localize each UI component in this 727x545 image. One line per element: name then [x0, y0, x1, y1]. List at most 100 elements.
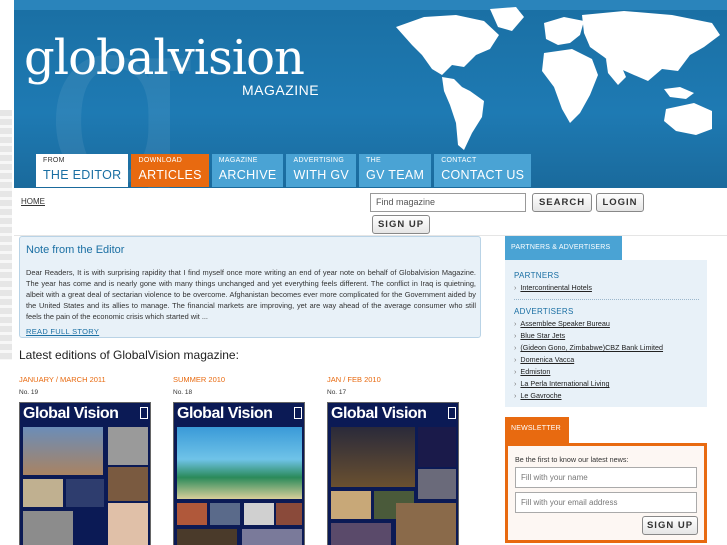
newsletter-label: Be the first to know our latest news: — [515, 455, 629, 464]
advertiser-item[interactable]: › Blue Star Jets — [514, 331, 565, 340]
issue-date[interactable]: SUMMER 2010 — [173, 375, 305, 384]
cover-photo — [108, 427, 148, 465]
advertiser-item[interactable]: › Assemblee Speaker Bureau — [514, 319, 610, 328]
advertiser-item[interactable]: › Domenica Vacca — [514, 355, 574, 364]
site-header: g globalvision MAGAZINE FROM THE EDITOR … — [14, 0, 727, 188]
newsletter-signup-button[interactable]: SIGN UP — [642, 516, 698, 535]
chevron-right-icon: › — [514, 331, 517, 340]
chevron-right-icon: › — [514, 355, 517, 364]
tab-small-label: CONTACT — [441, 157, 477, 164]
search-button[interactable]: SEARCH — [532, 193, 592, 212]
cover-photo — [108, 503, 148, 545]
issue-number: No. 17 — [327, 389, 347, 396]
cover-photo — [331, 523, 391, 545]
cover-photo — [331, 427, 415, 487]
toolbar: HOME Find magazine SEARCH LOGIN SIGN UP — [14, 188, 727, 236]
editor-note-body: Dear Readers, It is with surprising rapi… — [26, 268, 476, 321]
issue-card[interactable]: JAN / FEB 2010 No. 17 Global Vision — [327, 375, 459, 545]
cover-photo — [331, 491, 371, 519]
advertiser-item[interactable]: › Edmiston — [514, 367, 550, 376]
cover-photo — [242, 529, 302, 545]
main-nav: FROM THE EDITOR DOWNLOAD ARTICLES MAGAZI… — [36, 154, 532, 188]
cover-photo — [177, 503, 207, 525]
tab-archive[interactable]: MAGAZINE ARCHIVE — [211, 154, 284, 187]
tab-label: GV TEAM — [366, 168, 425, 182]
issue-cover-image[interactable]: Global Vision — [327, 402, 459, 545]
chevron-right-icon: › — [514, 319, 517, 328]
divider — [514, 299, 699, 300]
tab-the-editor[interactable]: FROM THE EDITOR — [36, 154, 129, 187]
advertiser-link[interactable]: La Perla International Living — [520, 379, 609, 388]
advertiser-link[interactable]: Le Gavroche — [520, 391, 561, 400]
newsletter-tab: NEWSLETTER — [505, 417, 569, 443]
name-input[interactable]: Fill with your name — [515, 467, 697, 488]
tab-label: THE EDITOR — [43, 168, 122, 182]
issue-cover-image[interactable]: Global Vision — [19, 402, 151, 545]
advertiser-item[interactable]: › La Perla International Living — [514, 379, 610, 388]
search-input[interactable]: Find magazine — [370, 193, 526, 212]
issue-card[interactable]: SUMMER 2010 No. 18 Global Vision — [173, 375, 305, 545]
partners-advertisers-panel: PARTNERS › Intercontinental Hotels ADVERT… — [505, 260, 707, 407]
email-input[interactable]: Fill with your email address — [515, 492, 697, 513]
issue-card[interactable]: JANUARY / MARCH 2011 No. 19 Global Visio… — [19, 375, 151, 545]
issue-number: No. 19 — [19, 389, 39, 396]
breadcrumb-home-link[interactable]: HOME — [21, 197, 45, 206]
advertiser-link[interactable]: Assemblee Speaker Bureau — [520, 319, 610, 328]
cover-photo — [108, 467, 148, 501]
issue-date[interactable]: JANUARY / MARCH 2011 — [19, 375, 151, 384]
chevron-right-icon: › — [514, 379, 517, 388]
issue-cover-image[interactable]: Global Vision — [173, 402, 305, 545]
cover-photo — [210, 503, 240, 525]
tab-small-label: THE — [366, 157, 381, 164]
chevron-right-icon: › — [514, 283, 517, 292]
tab-label: CONTACT US — [441, 168, 525, 182]
tab-contact-us[interactable]: CONTACT CONTACT US — [434, 154, 532, 187]
tab-articles[interactable]: DOWNLOAD ARTICLES — [131, 154, 209, 187]
cover-photo — [23, 511, 73, 545]
cover-photo — [177, 529, 237, 545]
cover-barcode-box — [294, 407, 302, 419]
tab-small-label: ADVERTISING — [293, 157, 345, 164]
advertiser-link[interactable]: (Gideon Gono, Zimbabwe)CBZ Bank Limited — [520, 343, 663, 352]
editor-note-box: Note from the Editor Dear Readers, It is… — [19, 236, 481, 338]
tab-with-gv[interactable]: ADVERTISING WITH GV — [286, 154, 357, 187]
cover-photo — [276, 503, 302, 525]
issue-number: No. 18 — [173, 389, 193, 396]
cover-photo — [418, 427, 456, 467]
partner-item[interactable]: › Intercontinental Hotels — [514, 283, 592, 292]
left-strip-pattern — [0, 110, 12, 360]
site-logo[interactable]: globalvision — [24, 30, 305, 86]
advertiser-link[interactable]: Blue Star Jets — [520, 331, 565, 340]
cover-title: Global Vision — [177, 405, 273, 422]
partners-advertisers-tab: PARTNERS & ADVERTISERS — [505, 236, 622, 260]
tab-gv-team[interactable]: THE GV TEAM — [359, 154, 432, 187]
login-button[interactable]: LOGIN — [596, 193, 644, 212]
read-full-story-link[interactable]: READ FULL STORY — [26, 327, 99, 336]
cover-photo — [23, 479, 63, 507]
advertiser-item[interactable]: › Le Gavroche — [514, 391, 562, 400]
advertisers-heading: ADVERTISERS — [514, 307, 574, 316]
editor-note-title: Note from the Editor — [26, 244, 125, 256]
advertiser-item[interactable]: › (Gideon Gono, Zimbabwe)CBZ Bank Limited — [514, 343, 663, 352]
cover-photo — [396, 503, 456, 545]
signup-button[interactable]: SIGN UP — [372, 215, 430, 234]
latest-editions-heading: Latest editions of GlobalVision magazine… — [19, 348, 239, 362]
cover-barcode-box — [448, 407, 456, 419]
issue-date[interactable]: JAN / FEB 2010 — [327, 375, 459, 384]
advertiser-link[interactable]: Domenica Vacca — [520, 355, 574, 364]
cover-title: Global Vision — [23, 405, 119, 422]
chevron-right-icon: › — [514, 343, 517, 352]
partner-link[interactable]: Intercontinental Hotels — [520, 283, 592, 292]
chevron-right-icon: › — [514, 391, 517, 400]
advertiser-link[interactable]: Edmiston — [520, 367, 550, 376]
logo-subtitle: MAGAZINE — [242, 82, 320, 98]
world-map-graphic — [396, 7, 720, 150]
tab-label: ARTICLES — [138, 168, 202, 182]
tab-small-label: MAGAZINE — [218, 157, 258, 164]
tab-label: ARCHIVE — [218, 168, 277, 182]
newsletter-panel: Be the first to know our latest news: Fi… — [505, 443, 707, 543]
tab-label: WITH GV — [293, 168, 350, 182]
cover-photo — [23, 427, 103, 475]
cover-photo — [66, 479, 104, 507]
tab-small-label: DOWNLOAD — [138, 157, 183, 164]
